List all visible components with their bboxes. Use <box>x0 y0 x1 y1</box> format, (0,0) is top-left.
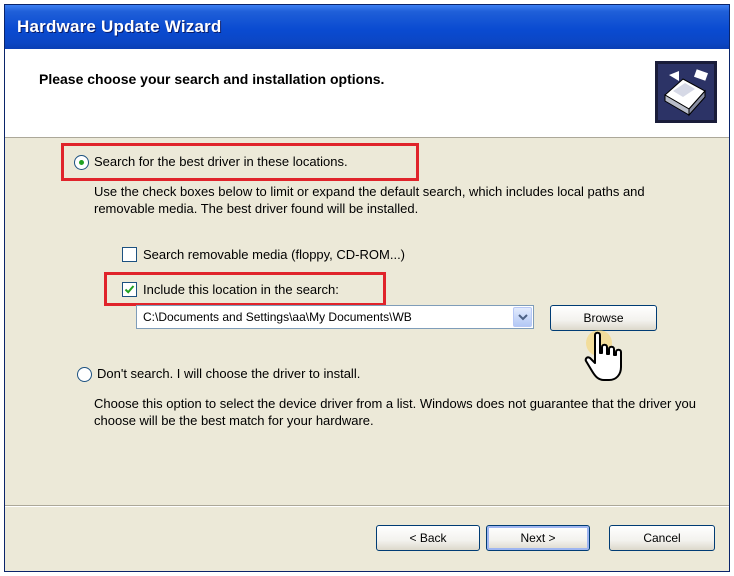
next-button[interactable]: Next > <box>486 525 590 551</box>
radio-selected-dot <box>79 160 84 165</box>
back-button[interactable]: < Back <box>376 525 480 551</box>
dont-search-description: Choose this option to select the device … <box>94 396 696 428</box>
hardware-wizard-icon <box>655 61 717 123</box>
checkmark-icon <box>124 285 135 294</box>
include-location-label[interactable]: Include this location in the search: <box>143 282 339 297</box>
header-title: Please choose your search and installati… <box>39 71 385 87</box>
browse-button[interactable]: Browse <box>550 305 657 331</box>
dont-search-radio[interactable] <box>77 367 92 382</box>
wizard-header: Please choose your search and installati… <box>5 49 729 138</box>
dont-search-radio-label[interactable]: Don't search. I will choose the driver t… <box>97 366 360 381</box>
location-path: C:\Documents and Settings\aa\My Document… <box>143 310 412 324</box>
removable-media-checkbox[interactable] <box>122 247 137 262</box>
removable-media-label[interactable]: Search removable media (floppy, CD-ROM..… <box>143 247 405 262</box>
search-radio[interactable] <box>74 155 89 170</box>
title-bar[interactable]: Hardware Update Wizard <box>5 5 729 49</box>
window-title: Hardware Update Wizard <box>17 17 222 36</box>
search-radio-label[interactable]: Search for the best driver in these loca… <box>94 154 348 169</box>
footer-divider <box>5 505 729 507</box>
location-combobox[interactable]: C:\Documents and Settings\aa\My Document… <box>136 305 534 329</box>
chevron-down-icon <box>518 314 528 321</box>
hand-pointer-cursor-icon <box>584 330 622 381</box>
cancel-button[interactable]: Cancel <box>609 525 715 551</box>
hardware-update-wizard-window: Hardware Update Wizard Please choose you… <box>4 4 730 572</box>
include-location-checkbox[interactable] <box>122 282 137 297</box>
search-description: Use the check boxes below to limit or ex… <box>94 184 645 216</box>
location-dropdown-button[interactable] <box>513 307 532 327</box>
